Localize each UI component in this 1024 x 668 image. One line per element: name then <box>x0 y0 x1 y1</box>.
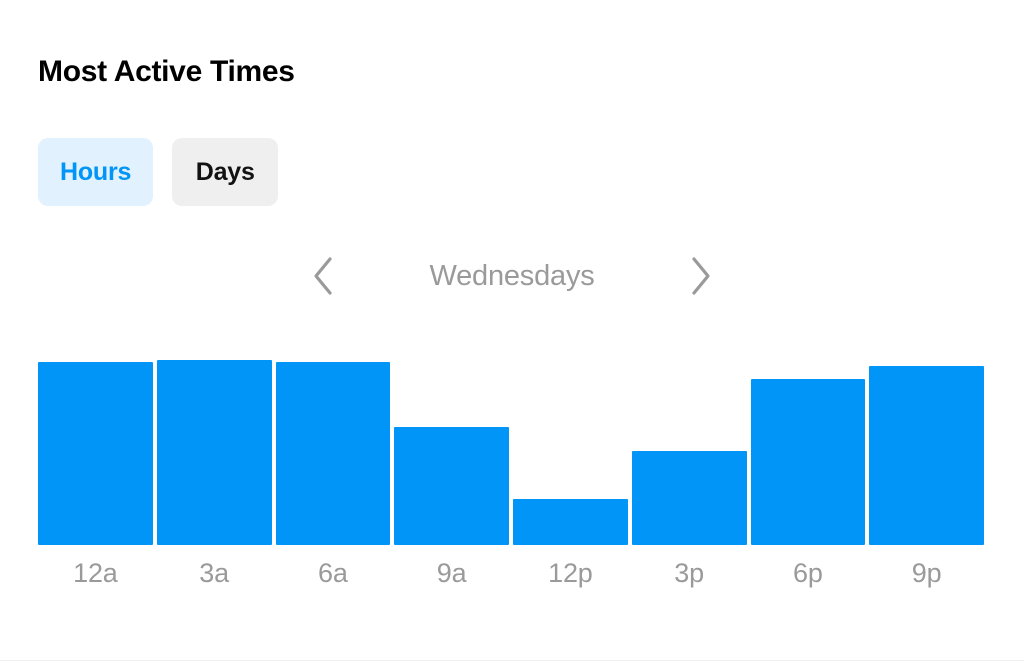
axis-tick-6a: 6a <box>318 558 348 588</box>
bar-9a <box>394 426 509 545</box>
bar-slot[interactable] <box>750 360 870 545</box>
axis-tick-6p: 6p <box>793 558 823 588</box>
axis-tick-3p: 3p <box>674 558 704 588</box>
bar-slot[interactable] <box>631 360 751 545</box>
bar-12p <box>513 498 628 545</box>
bar-9p <box>869 365 984 545</box>
activity-bar-chart <box>38 360 984 545</box>
chevron-left-icon <box>309 255 337 297</box>
axis-tick-9p: 9p <box>911 558 942 588</box>
x-axis-labels: 12a 3a 6a 9a 12p 3p 6p 9p <box>38 556 984 590</box>
bar-slot[interactable] <box>869 360 984 545</box>
tab-days[interactable]: Days <box>172 138 279 206</box>
chevron-right-icon <box>687 255 715 297</box>
bar-3p <box>631 450 747 545</box>
bar-slot[interactable] <box>513 360 632 545</box>
prev-period-button[interactable] <box>300 250 346 302</box>
axis-tick-9a: 9a <box>436 558 467 588</box>
bar-slot[interactable] <box>394 360 513 545</box>
period-label: Wednesdays <box>429 259 595 292</box>
bar-slot[interactable] <box>156 360 276 545</box>
bar-3a <box>156 360 272 545</box>
tab-hours[interactable]: Hours <box>38 138 154 206</box>
page-title: Most Active Times <box>38 55 295 88</box>
bottom-divider <box>0 660 1024 661</box>
most-active-times-card: Most Active Times Hours Days Wednesdays <box>0 0 1024 668</box>
bar-6p <box>750 378 866 545</box>
period-navigator: Wednesdays <box>300 248 724 304</box>
bar-12a <box>38 361 153 545</box>
bar-6a <box>275 361 391 545</box>
axis-tick-3a: 3a <box>199 558 229 588</box>
axis-tick-12p: 12p <box>548 558 593 588</box>
axis-tick-12a: 12a <box>73 558 118 588</box>
metric-toggle-group: Hours Days <box>38 138 279 206</box>
bar-slot[interactable] <box>275 360 395 545</box>
bars-row <box>38 360 984 545</box>
bar-slot[interactable] <box>38 360 157 545</box>
next-period-button[interactable] <box>678 250 724 302</box>
